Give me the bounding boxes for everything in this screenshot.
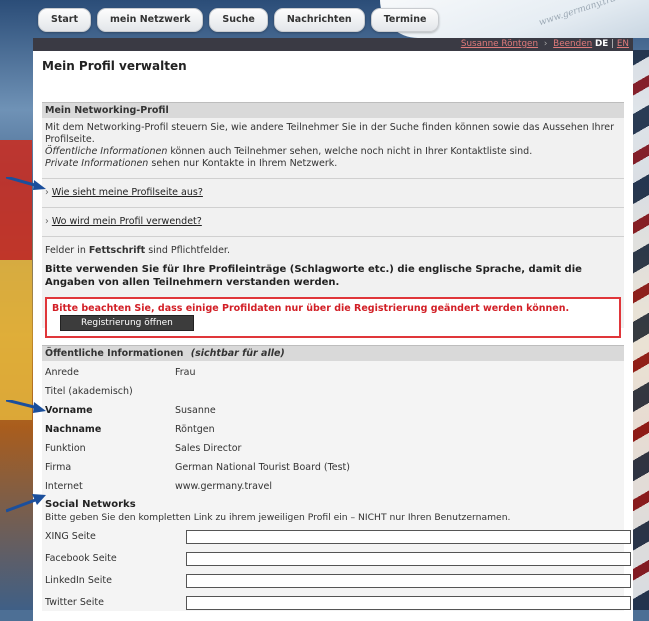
social-row-twitter: Twitter Seite — [45, 594, 631, 612]
public-info-heading-label: Öffentliche Informationen — [45, 348, 184, 359]
field-label: Titel (akademisch) — [45, 386, 133, 397]
main-navigation: Start mein Netzwerk Suche Nachrichten Te… — [38, 8, 440, 32]
page-title: Mein Profil verwalten — [42, 59, 187, 73]
profile-usage-row: › Wo wird mein Profil verwendet? — [45, 216, 621, 228]
field-row-firma: Firma German National Tourist Board (Tes… — [45, 459, 623, 477]
field-label: LinkedIn Seite — [45, 575, 112, 586]
twitter-url-input[interactable] — [186, 596, 631, 610]
networking-section-heading: Mein Networking-Profil — [42, 102, 624, 118]
field-value: www.germany.travel — [175, 481, 273, 492]
user-name-link[interactable]: Susanne Röntgen — [461, 39, 538, 49]
field-value: Susanne — [175, 405, 216, 416]
field-value: Frau — [175, 367, 196, 378]
chevron-right-icon: › — [45, 216, 49, 227]
required-note-suffix: sind Pflichtfelder. — [145, 245, 230, 256]
social-row-xing: XING Seite — [45, 528, 631, 546]
required-note-prefix: Felder in — [45, 245, 89, 256]
profile-preview-link[interactable]: Wie sieht meine Profilseite aus? — [52, 187, 203, 198]
field-label: Firma — [45, 462, 72, 473]
background-flag-gold — [0, 260, 32, 420]
profile-preview-row: › Wie sieht meine Profilseite aus? — [45, 187, 621, 199]
field-label: Funktion — [45, 443, 86, 454]
social-networks-title: Social Networks — [45, 499, 136, 510]
private-info-label: Private Informationen — [45, 158, 149, 169]
required-note-bold: Fettschrift — [88, 245, 146, 256]
annotation-arrow-icon — [6, 493, 46, 513]
language-en-link[interactable]: EN — [617, 39, 629, 49]
language-separator: | — [611, 39, 615, 49]
field-value: Röntgen — [175, 424, 215, 435]
field-row-nachname: Nachname Röntgen — [45, 421, 623, 439]
private-info-text: sehen nur Kontakte in Ihrem Netzwerk. — [148, 158, 338, 169]
divider — [42, 178, 624, 179]
private-info-explanation: Private Informationen sehen nur Kontakte… — [45, 158, 621, 170]
field-row-internet: Internet www.germany.travel — [45, 478, 623, 496]
field-label: XING Seite — [45, 531, 96, 542]
field-label: Internet — [45, 481, 83, 492]
nav-tab-start[interactable]: Start — [38, 8, 92, 32]
field-row-anrede: Anrede Frau — [45, 364, 623, 382]
field-label: Vorname — [45, 405, 93, 416]
field-label: Twitter Seite — [45, 597, 104, 608]
social-networks-hint: Bitte geben Sie den kompletten Link zu i… — [45, 512, 511, 523]
networking-section: Mit dem Networking-Profil steuern Sie, w… — [42, 118, 624, 338]
facebook-url-input[interactable] — [186, 552, 631, 566]
public-info-section-heading: Öffentliche Informationen (sichtbar für … — [42, 345, 624, 361]
english-language-hint: Bitte verwenden Sie für Ihre Profileintr… — [45, 264, 582, 288]
field-label: Nachname — [45, 424, 102, 435]
nav-tab-nachrichten[interactable]: Nachrichten — [273, 8, 365, 32]
field-value: German National Tourist Board (Test) — [175, 462, 350, 473]
public-info-text: können auch Teilnehmer sehen, welche noc… — [167, 146, 533, 157]
separator-icon: › — [543, 39, 548, 49]
profile-usage-link[interactable]: Wo wird mein Profil verwendet? — [52, 216, 202, 227]
nav-tab-termine[interactable]: Termine — [370, 8, 440, 32]
public-info-heading-note: (sichtbar für alle) — [190, 348, 285, 359]
language-de[interactable]: DE — [595, 39, 608, 49]
open-registration-button[interactable]: Registrierung öffnen — [60, 315, 194, 331]
field-value: Sales Director — [175, 443, 242, 454]
user-bar: Susanne Röntgen › Beenden DE | EN — [33, 38, 633, 51]
xing-url-input[interactable] — [186, 530, 631, 544]
social-row-facebook: Facebook Seite — [45, 550, 631, 568]
registration-warning: Bitte beachten Sie, dass einige Profilda… — [45, 297, 621, 338]
field-row-titel: Titel (akademisch) — [45, 383, 623, 401]
field-label: Facebook Seite — [45, 553, 117, 564]
public-info-label: Öffentliche Informationen — [45, 146, 168, 157]
public-info-explanation: Öffentliche Informationen können auch Te… — [45, 146, 621, 158]
user-links: Susanne Röntgen › Beenden DE | EN — [461, 39, 629, 49]
nav-tab-suche[interactable]: Suche — [209, 8, 268, 32]
divider — [42, 236, 624, 237]
linkedin-url-input[interactable] — [186, 574, 631, 588]
nav-tab-mein-netzwerk[interactable]: mein Netzwerk — [97, 8, 204, 32]
background-flag-red — [0, 140, 32, 260]
logout-link[interactable]: Beenden — [553, 39, 592, 49]
social-row-linkedin: LinkedIn Seite — [45, 572, 631, 590]
intro-text: Mit dem Networking-Profil steuern Sie, w… — [45, 122, 615, 145]
registration-warning-text: Bitte beachten Sie, dass einige Profilda… — [52, 303, 570, 314]
required-fields-note: Felder in Fettschrift sind Pflichtfelder… — [45, 245, 621, 257]
field-row-funktion: Funktion Sales Director — [45, 440, 623, 458]
field-label: Anrede — [45, 367, 79, 378]
divider — [42, 207, 624, 208]
annotation-arrow-icon — [6, 177, 46, 190]
logo-watermark: www.germany.travel — [537, 0, 630, 29]
content-panel: Mein Profil verwalten Mein Networking-Pr… — [33, 51, 633, 621]
annotation-arrow-icon — [6, 400, 46, 413]
field-row-vorname: Vorname Susanne — [45, 402, 623, 420]
